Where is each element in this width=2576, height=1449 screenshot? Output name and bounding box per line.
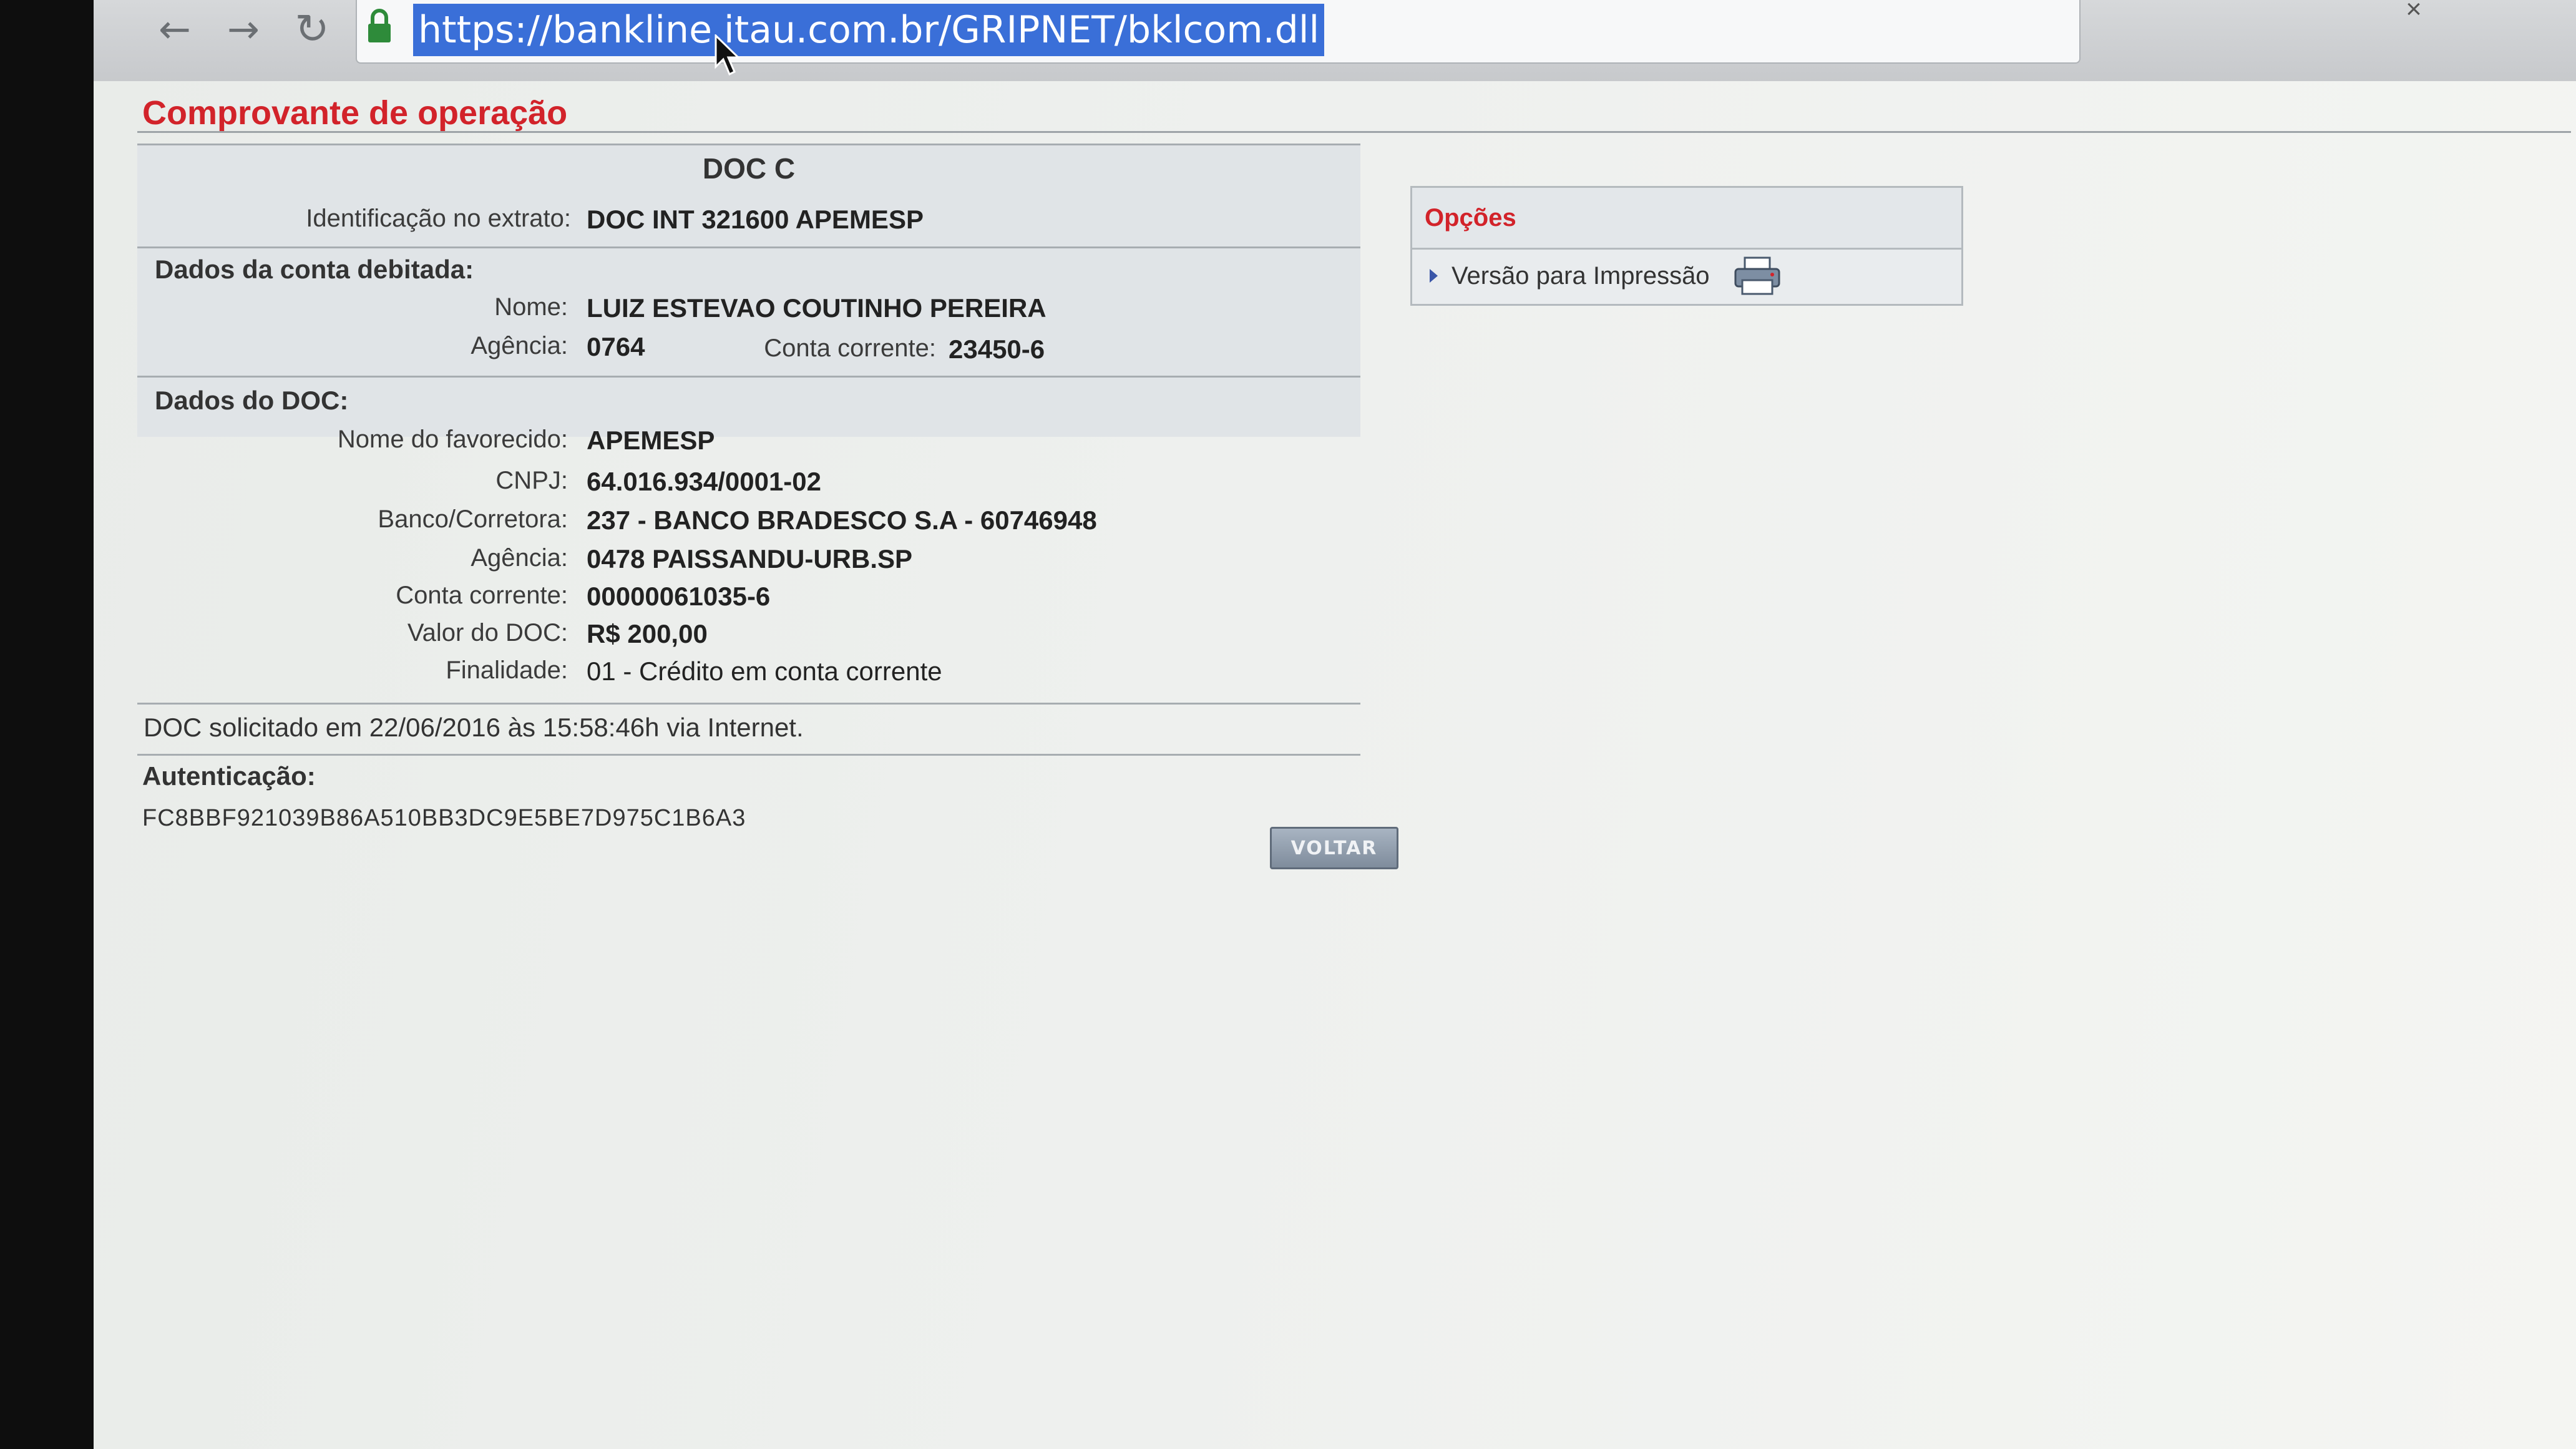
debit-section-title: Dados da conta debitada: [155,255,474,284]
debit-account-value: 23450-6 [949,334,1045,364]
options-panel: Opções Versão para Impressão [1410,186,1963,306]
bank-value: 237 - BANCO BRADESCO S.A - 60746948 [587,505,1097,535]
debit-agency-value: 0764 [587,332,645,361]
purpose-label: Finalidade: [446,656,568,684]
statement-id-label: Identificação no extrato: [306,205,571,232]
reload-icon[interactable]: ↻ [287,4,337,54]
browser-toolbar: ← → ↻ https://bankline.itau.com.br/GRIPN… [94,0,2576,83]
doc-type-heading: DOC C [702,152,796,185]
debit-agency-label: Agência: [471,332,568,359]
close-icon[interactable]: × [2395,0,2432,25]
back-arrow-icon[interactable]: ← [150,4,200,54]
amount-label: Valor do DOC: [407,619,568,646]
doc-account-label: Conta corrente: [396,582,568,609]
address-bar[interactable]: https://bankline.itau.com.br/GRIPNET/bkl… [356,0,2081,64]
title-divider [137,131,2571,133]
amount-value: R$ 200,00 [587,619,708,648]
doc-agency-label: Agência: [471,544,568,572]
payee-label: Nome do favorecido: [337,426,568,453]
cnpj-label: CNPJ: [495,467,568,494]
cnpj-value: 64.016.934/0001-02 [587,467,822,496]
doc-section-title: Dados do DOC: [155,386,349,415]
triangle-right-icon [1430,269,1438,283]
statement-id-value: DOC INT 321600 APEMESP [587,205,924,234]
divider [137,754,1360,756]
print-version-link[interactable]: Versão para Impressão [1412,250,1961,302]
forward-arrow-icon[interactable]: → [218,4,268,54]
doc-agency-value: 0478 PAISSANDU-URB.SP [587,544,913,573]
page-title: Comprovante de operação [142,94,568,132]
debit-account-label: Conta corrente: [764,334,936,362]
lock-icon [368,9,391,42]
mouse-cursor-icon [715,34,739,76]
divider [137,246,1360,248]
debit-name-label: Nome: [494,293,568,321]
payee-value: APEMESP [587,426,715,455]
divider [137,703,1360,705]
debit-name-value: LUIZ ESTEVAO COUTINHO PEREIRA [587,293,1046,323]
bank-label: Banco/Corretora: [378,505,568,533]
purpose-value: 01 - Crédito em conta corrente [587,656,942,686]
auth-code: FC8BBF921039B86A510BB3DC9E5BE7D975C1B6A3 [142,805,746,831]
receipt-panel: DOC C Identificação no extrato: DOC INT … [137,144,1360,967]
options-title: Opções [1412,188,1961,250]
url-text[interactable]: https://bankline.itau.com.br/GRIPNET/bkl… [413,4,1325,56]
auth-label: Autenticação: [142,761,316,791]
request-info: DOC solicitado em 22/06/2016 às 15:58:46… [144,713,804,742]
print-version-label[interactable]: Versão para Impressão [1451,262,1710,290]
printer-icon[interactable] [1734,256,1781,295]
back-button[interactable]: VOLTAR [1270,827,1398,869]
bank-page: Comprovante de operação DOC C Identifica… [94,81,2576,1449]
doc-account-value: 00000061035-6 [587,582,771,611]
divider [137,376,1360,378]
monitor-bezel [0,0,100,1449]
